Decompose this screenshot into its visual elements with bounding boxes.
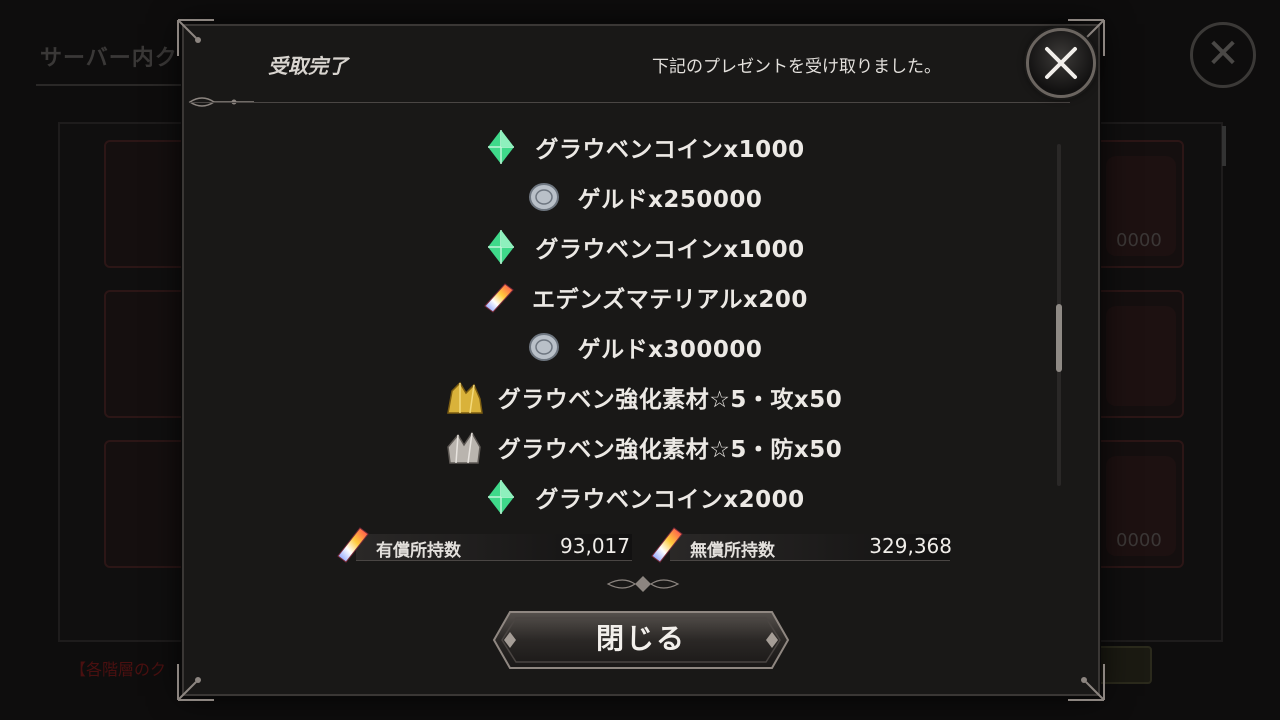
- background-row-value: 0000: [1116, 230, 1162, 251]
- silver-coin-icon: [524, 327, 564, 367]
- list-item: ゲルドx300000: [184, 322, 1102, 372]
- item-label: グラウベンコインx1000: [535, 137, 805, 163]
- paid-holdings: 有償所持数 93,017: [334, 524, 634, 564]
- background-row-value: 0000: [1116, 530, 1162, 551]
- background-close-icon: ✕: [1190, 22, 1256, 88]
- background-footer-text: 【各階層のク: [70, 660, 167, 679]
- green-gem-icon: [481, 227, 521, 267]
- divider-ornament-icon: [358, 576, 928, 592]
- list-item: グラウベン強化素材☆5・防x50: [184, 422, 1102, 472]
- item-label: グラウベンコインx1000: [535, 237, 805, 263]
- dialog-message: 下記のプレゼントを受け取りました。: [652, 57, 941, 77]
- list-item: エデンズマテリアルx200: [184, 272, 1102, 322]
- background-scrollbar: [1222, 126, 1226, 166]
- gold-ore-icon: [444, 377, 484, 417]
- corner-ornament-icon: [177, 19, 214, 56]
- free-holdings-value: 329,368: [869, 534, 952, 558]
- silver-ore-icon: [444, 427, 484, 467]
- list-item: グラウベンコインx1000: [184, 222, 1102, 272]
- close-dialog-button-label: 閉じる: [595, 622, 686, 655]
- close-button[interactable]: [1026, 28, 1096, 98]
- item-label: グラウベン強化素材☆5・攻x50: [497, 387, 843, 413]
- list-item: グラウベン強化素材☆5・攻x50: [184, 372, 1102, 422]
- green-gem-icon: [481, 127, 521, 167]
- dialog-title: 受取完了: [268, 54, 348, 78]
- silver-coin-icon: [524, 177, 564, 217]
- background-title: サーバー内ク: [40, 46, 178, 71]
- close-dialog-button[interactable]: 閉じる: [492, 610, 790, 670]
- item-label: グラウベンコインx2000: [535, 487, 805, 513]
- header-divider: [190, 102, 1070, 103]
- item-label: グラウベン強化素材☆5・防x50: [497, 437, 843, 463]
- close-x-icon: [1045, 47, 1077, 79]
- receive-complete-dialog: 受取完了 下記のプレゼントを受け取りました。 グラウベンコインx1000 ゲルド…: [177, 19, 1105, 701]
- rainbow-crystal-icon: [651, 527, 683, 563]
- list-item: ゲルドx250000: [184, 172, 1102, 222]
- item-label: ゲルドx250000: [577, 187, 763, 213]
- green-gem-icon: [481, 477, 521, 517]
- rainbow-crystal-icon: [337, 527, 369, 563]
- list-item: グラウベンコインx1000: [184, 122, 1102, 172]
- corner-ornament-icon: [177, 664, 214, 701]
- background-badge: [1106, 306, 1176, 406]
- corner-ornament-icon: [1068, 664, 1105, 701]
- rainbow-crystal-icon: [478, 277, 518, 317]
- item-list-scroll-thumb[interactable]: [1056, 304, 1062, 372]
- free-holdings: 無償所持数 329,368: [648, 524, 958, 564]
- paid-holdings-value: 93,017: [560, 534, 630, 558]
- paid-holdings-label: 有償所持数: [376, 541, 461, 561]
- item-label: ゲルドx300000: [577, 337, 763, 363]
- free-holdings-label: 無償所持数: [690, 541, 775, 561]
- list-item: グラウベンコインx2000: [184, 472, 1102, 522]
- item-label: エデンズマテリアルx200: [532, 287, 808, 313]
